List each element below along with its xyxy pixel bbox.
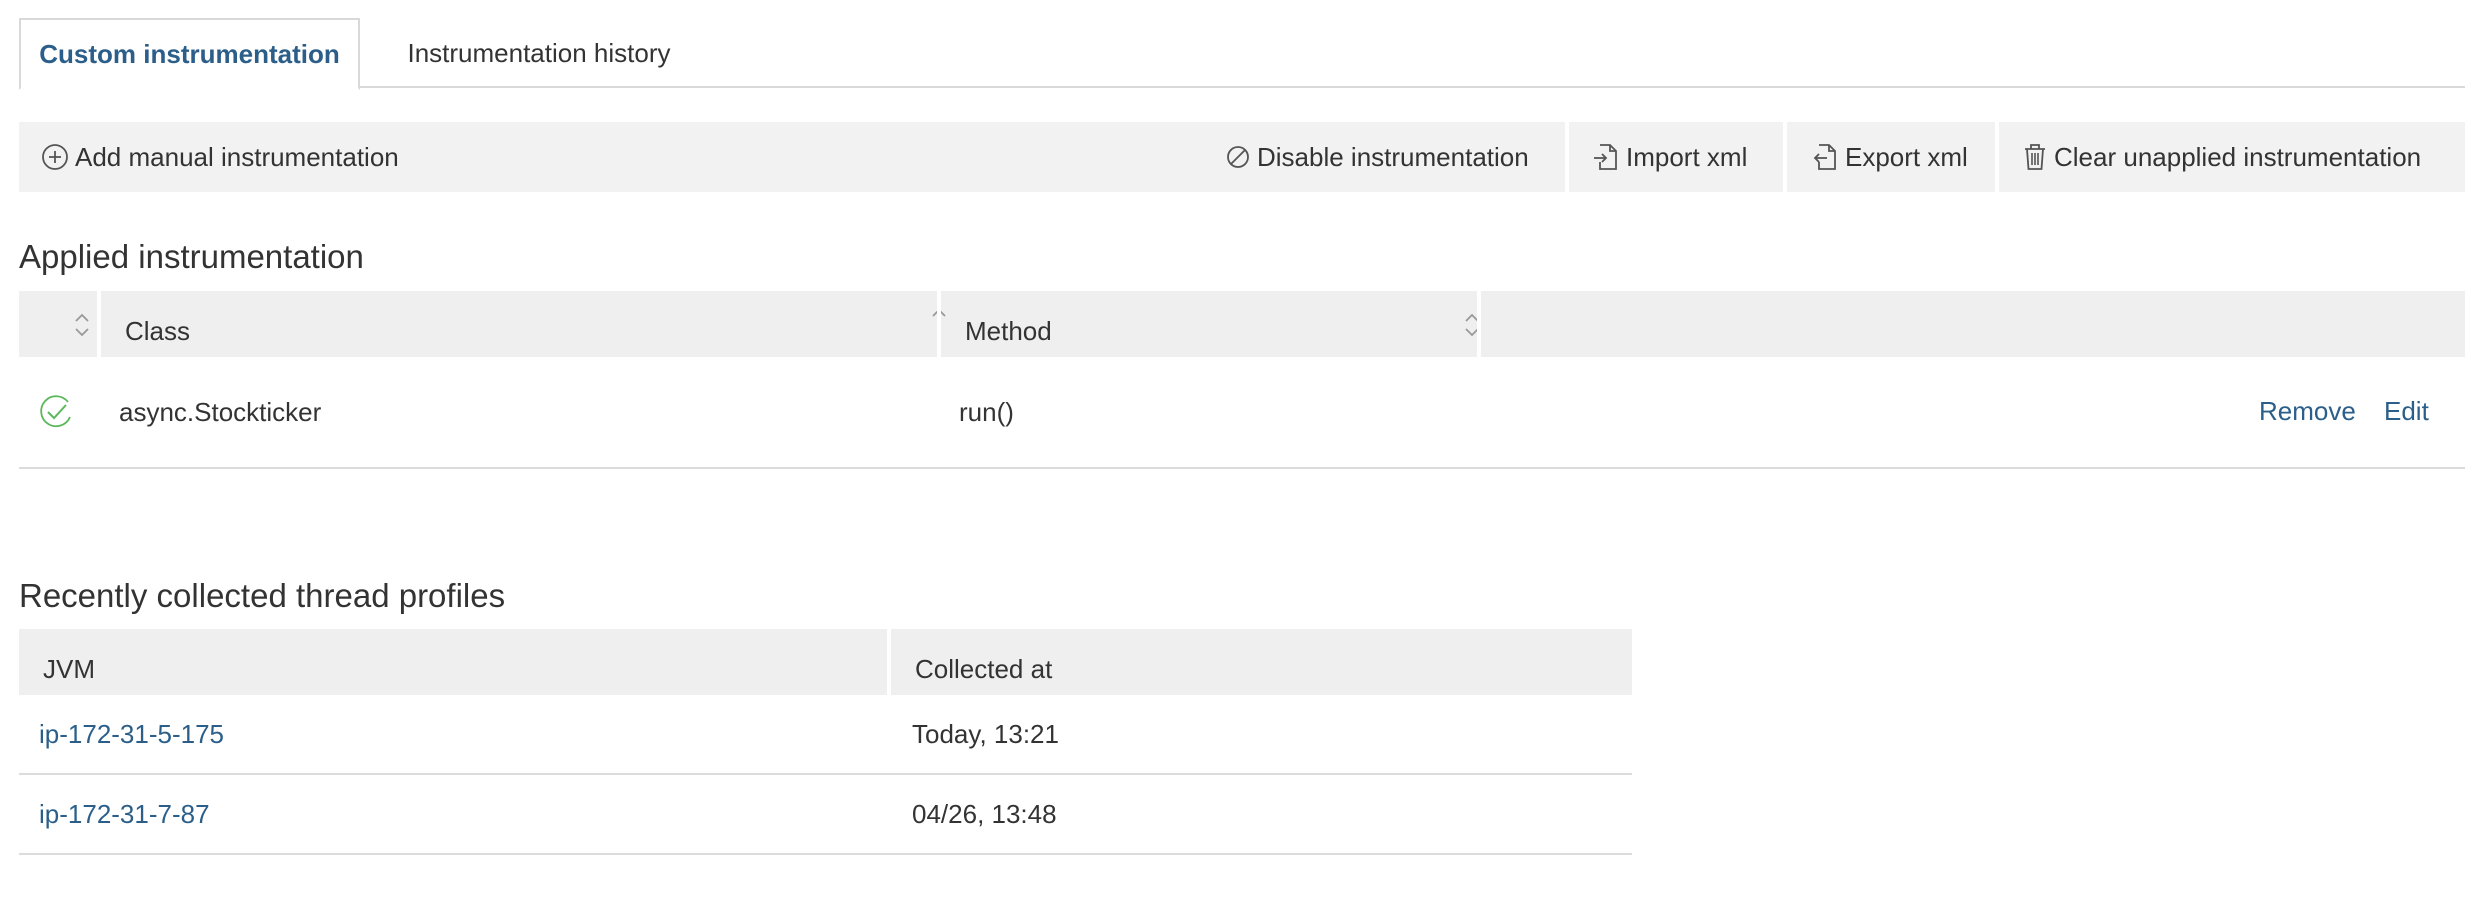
table-row: ip-172-31-7-87 04/26, 13:48 [19,775,1632,855]
check-circle-icon [37,393,75,431]
toolbar-divider [1565,122,1569,192]
export-xml-button[interactable]: Export xml [1811,122,1968,192]
disabled-circle-icon [1225,144,1251,170]
applied-table-header: Class Method [19,291,2465,357]
tab-label: Instrumentation history [407,37,671,68]
column-divider [1477,291,1481,357]
class-cell: async.Stockticker [119,396,322,427]
class-column-header[interactable]: Class [101,291,956,357]
disable-instrumentation-button[interactable]: Disable instrumentation [1225,122,1529,192]
sort-icon [72,311,92,339]
clear-label: Clear unapplied instrumentation [2054,141,2422,172]
import-file-icon [1592,142,1620,172]
method-header-label: Method [965,316,1052,346]
tab-bar: Custom instrumentation Instrumentation h… [19,18,2465,90]
method-column-header[interactable]: Method [941,291,1497,357]
plus-circle-icon [41,143,69,171]
import-label: Import xml [1626,141,1748,172]
export-label: Export xml [1845,141,1968,172]
export-file-icon [1811,142,1839,172]
jvm-header-label: JVM [43,654,95,684]
toolbar-divider [1995,122,1999,192]
status-column-header[interactable] [19,291,97,357]
tab-instrumentation-history[interactable]: Instrumentation history [379,18,699,88]
toolbar: Add manual instrumentation Disable instr… [19,122,2465,192]
add-label: Add manual instrumentation [75,141,399,172]
jvm-link[interactable]: ip-172-31-7-87 [39,775,210,853]
remove-link[interactable]: Remove [2259,357,2356,465]
tab-label: Custom instrumentation [39,38,340,69]
table-row: async.Stockticker run() Remove Edit [19,357,2465,469]
jvm-column-header: JVM [19,629,887,695]
profiles-table-header: JVM Collected at [19,629,1632,695]
disable-label: Disable instrumentation [1257,141,1529,172]
method-cell: run() [959,396,1014,427]
page: Custom instrumentation Instrumentation h… [0,0,2484,906]
status-cell [37,357,75,467]
thread-profiles-title: Recently collected thread profiles [19,577,506,614]
table-row: ip-172-31-5-175 Today, 13:21 [19,695,1632,775]
jvm-link[interactable]: ip-172-31-5-175 [39,695,224,773]
trash-icon [2022,142,2048,172]
tab-custom-instrumentation[interactable]: Custom instrumentation [19,18,360,90]
collected-at-cell: Today, 13:21 [912,718,1059,749]
collected-at-header-label: Collected at [915,654,1053,684]
class-header-label: Class [125,316,191,346]
collected-at-cell: 04/26, 13:48 [912,798,1057,829]
edit-link[interactable]: Edit [2384,357,2429,465]
import-xml-button[interactable]: Import xml [1592,122,1747,192]
applied-instrumentation-title: Applied instrumentation [19,238,364,275]
add-manual-instrumentation-button[interactable]: Add manual instrumentation [41,122,399,192]
collected-at-column-header: Collected at [891,629,1632,695]
toolbar-divider [1783,122,1787,192]
clear-unapplied-button[interactable]: Clear unapplied instrumentation [2022,122,2421,192]
